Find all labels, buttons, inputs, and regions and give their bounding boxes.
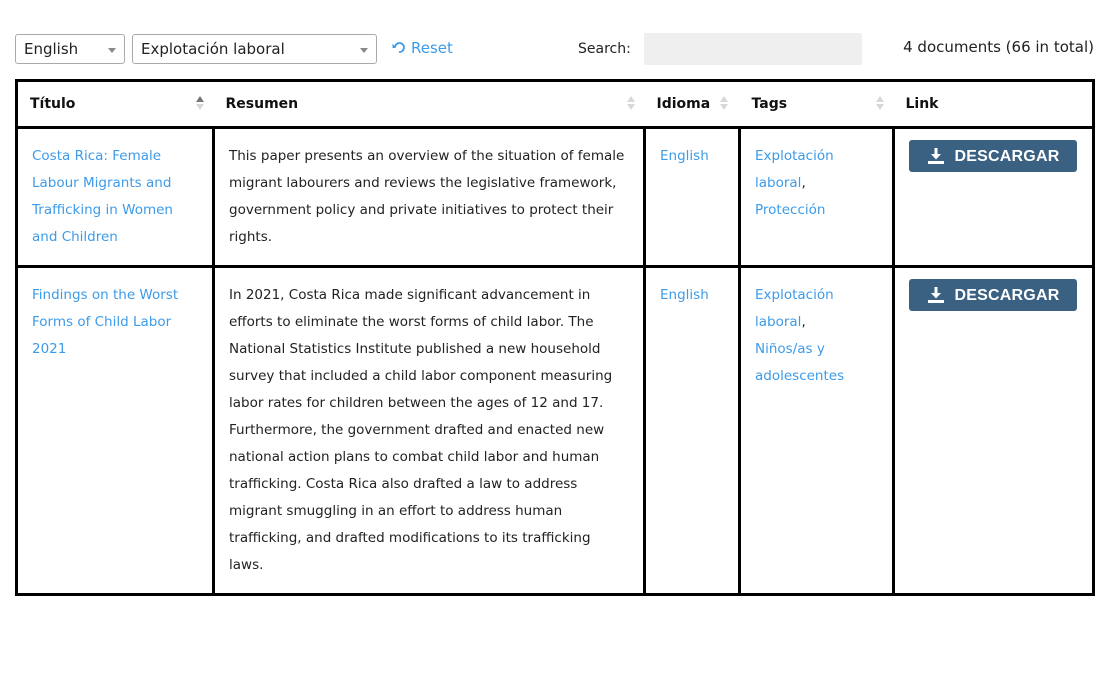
download-label: DESCARGAR xyxy=(954,147,1060,165)
reset-label: Reset xyxy=(411,39,453,57)
download-icon xyxy=(927,287,944,303)
column-header-tags[interactable]: Tags xyxy=(739,80,894,129)
title-cell: Findings on the Worst Forms of Child Lab… xyxy=(15,265,215,596)
table-row: Findings on the Worst Forms of Child Lab… xyxy=(15,265,1095,596)
summary-cell: This paper presents an overview of the s… xyxy=(212,126,646,268)
language-filter-select[interactable]: English xyxy=(15,34,125,64)
column-header-idioma[interactable]: Idioma xyxy=(644,80,740,129)
table-header-row: Título Resumen Idioma Tags Link xyxy=(16,80,1094,129)
tag-link[interactable]: Explotación laboral xyxy=(755,148,834,191)
column-header-label: Resumen xyxy=(225,96,299,112)
chevron-down-icon xyxy=(108,48,116,53)
reset-button[interactable]: Reset xyxy=(392,39,453,57)
download-label: DESCARGAR xyxy=(954,286,1060,304)
sort-icon xyxy=(875,96,884,112)
tag-filter-value: Explotación laboral xyxy=(141,40,285,58)
download-button[interactable]: DESCARGAR xyxy=(909,140,1077,172)
search-label: Search: xyxy=(578,41,631,57)
summary-cell: In 2021, Costa Rica made significant adv… xyxy=(212,265,646,596)
chevron-down-icon xyxy=(360,48,368,53)
sort-ascending-icon xyxy=(195,96,204,112)
tags-cell: Explotación laboral, Niños/as y adolesce… xyxy=(738,265,895,596)
tag-separator: , xyxy=(801,175,806,191)
link-cell: DESCARGAR xyxy=(892,265,1095,596)
column-header-label: Idioma xyxy=(656,96,711,112)
link-cell: DESCARGAR xyxy=(892,126,1095,268)
column-header-label: Tags xyxy=(751,96,788,112)
document-title-link[interactable]: Findings on the Worst Forms of Child Lab… xyxy=(32,287,178,357)
tag-link[interactable]: Explotación laboral xyxy=(755,287,834,330)
language-cell: English xyxy=(643,265,741,596)
language-cell: English xyxy=(643,126,741,268)
tag-filter-select[interactable]: Explotación laboral xyxy=(132,34,377,64)
tag-separator: , xyxy=(801,314,806,330)
language-link[interactable]: English xyxy=(660,148,709,164)
search-input[interactable] xyxy=(644,33,862,65)
language-link[interactable]: English xyxy=(660,287,709,303)
column-header-resumen[interactable]: Resumen xyxy=(213,80,645,129)
sort-icon xyxy=(626,96,635,112)
column-header-link: Link xyxy=(893,80,1094,129)
language-filter-value: English xyxy=(24,40,79,58)
sort-icon xyxy=(719,96,728,112)
tag-link[interactable]: Protección xyxy=(755,202,825,218)
undo-icon xyxy=(392,42,405,53)
document-title-link[interactable]: Costa Rica: Female Labour Migrants and T… xyxy=(32,148,173,245)
download-icon xyxy=(927,148,944,164)
column-header-label: Título xyxy=(30,96,76,112)
filter-toolbar: English Explotación laboral Reset Search… xyxy=(15,33,1094,67)
download-button[interactable]: DESCARGAR xyxy=(909,279,1077,311)
title-cell: Costa Rica: Female Labour Migrants and T… xyxy=(15,126,215,268)
tags-cell: Explotación laboral, Protección xyxy=(738,126,895,268)
document-count: 4 documents (66 in total) xyxy=(903,38,1094,56)
table-row: Costa Rica: Female Labour Migrants and T… xyxy=(15,126,1095,268)
tag-link[interactable]: Niños/as y adolescentes xyxy=(755,341,844,384)
column-header-label: Link xyxy=(905,96,939,112)
documents-table: Título Resumen Idioma Tags Link Costa Ri… xyxy=(15,79,1095,596)
column-header-titulo[interactable]: Título xyxy=(16,80,214,129)
